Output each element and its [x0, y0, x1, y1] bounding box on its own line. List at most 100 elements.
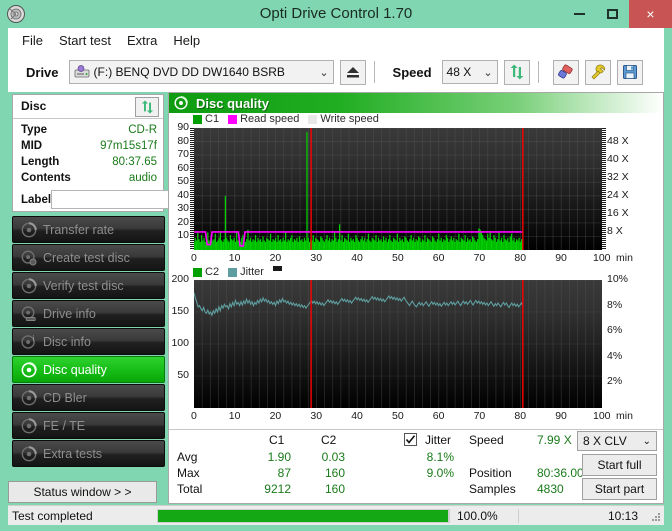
disc-row-contents: Contents audio [21, 170, 157, 186]
c2-plot-svg [194, 280, 602, 408]
sidebar-item-cd-bler[interactable]: CD Bler [12, 384, 165, 411]
save-button[interactable] [616, 59, 643, 85]
minimize-icon [574, 13, 585, 15]
results-total-c1: 9212 [264, 482, 291, 496]
axis-tick-label: 150 [171, 305, 189, 317]
axis-tick-label: 40 [177, 188, 189, 201]
start-part-button[interactable]: Start part [582, 478, 657, 500]
chevron-down-icon: ⌄ [642, 435, 651, 447]
sidebar-item-fe-te[interactable]: FE / TE [12, 412, 165, 439]
results-max-c2: 160 [324, 466, 345, 480]
sidebar-item-create-test-disc[interactable]: Create test disc [12, 244, 165, 271]
sidebar-item-disc-info[interactable]: i Disc info [12, 328, 165, 355]
legend-label: Read speed [240, 113, 300, 125]
panel-header: Disc quality [169, 93, 663, 113]
samples-result-value: 4830 [537, 482, 564, 496]
disc-icon [21, 277, 37, 294]
axis-tick-label: 50 [177, 175, 189, 188]
axis-tick-label: 10% [607, 273, 629, 285]
results-panel: C1 C2 Jitter Avg Max Total 1.90 87 9212 … [169, 429, 663, 503]
sidebar-item-disc-quality[interactable]: Disc quality [12, 356, 165, 383]
sidebar-item-drive-info[interactable]: Drive info [12, 300, 165, 327]
legend-swatch [308, 114, 318, 124]
close-button[interactable]: × [629, 0, 672, 28]
svg-text:i: i [33, 334, 35, 343]
axis-tick-label: 8 X [607, 224, 623, 237]
disc-icon [21, 221, 37, 238]
axis-tick-label: 10 [228, 410, 241, 422]
chart2-legend: C2 Jitter [193, 266, 282, 278]
position-result-value: 80:36.00 [537, 466, 584, 480]
status-text: Test completed [12, 508, 93, 523]
axis-tick-label: 30 [310, 252, 323, 264]
refresh-button[interactable] [503, 59, 530, 85]
speed-result-label: Speed [469, 433, 504, 447]
sidebar-item-extra-tests[interactable]: Extra tests [12, 440, 165, 467]
jitter-checkbox[interactable] [404, 433, 417, 446]
menu-item-start-test[interactable]: Start test [51, 31, 119, 50]
axis-tick-label: 0 [191, 410, 197, 422]
eject-button[interactable] [339, 59, 366, 85]
tools-button[interactable] [584, 59, 611, 85]
disc-row-key: Length [21, 156, 60, 168]
write-mode-value: 8 X CLV [583, 434, 627, 448]
axis-tick-label: 16 X [607, 206, 629, 219]
maximize-icon [607, 9, 618, 19]
menu-item-help[interactable]: Help [165, 31, 208, 50]
disc-icon [21, 417, 37, 434]
c1-plot-svg [194, 128, 602, 250]
resize-grip-icon[interactable] [650, 510, 662, 522]
nav-list: Transfer rate Create test disc Verify te… [8, 216, 168, 468]
axis-tick-label: 80 [177, 134, 189, 147]
chevron-down-icon: ⌄ [483, 66, 493, 79]
legend-swatch-unlabeled [272, 266, 282, 271]
chart1-legend: C1 Read speed Write speed [193, 113, 384, 125]
refresh-icon [141, 100, 153, 114]
axis-tick-label: 60 [432, 252, 445, 264]
tools-icon [591, 64, 605, 80]
legend-label: C1 [205, 113, 220, 125]
results-max-c1: 87 [277, 466, 291, 480]
menu-item-file[interactable]: File [14, 31, 51, 50]
results-avg-jitter: 8.1% [426, 450, 454, 464]
speed-select-value: 48 X [446, 65, 472, 79]
axis-tick-label: 10 [177, 229, 189, 242]
axis-tick-label: 90 [177, 121, 189, 133]
axis-tick-label: 20 [177, 215, 189, 228]
maximize-button[interactable] [596, 0, 629, 28]
disc-write-icon [21, 250, 37, 266]
disc-row-length: Length 80:37.65 [21, 154, 157, 170]
sidebar-item-label: Drive info [43, 306, 96, 321]
speed-select[interactable]: 48 X ⌄ [441, 60, 498, 84]
disc-refresh-button[interactable] [135, 97, 159, 117]
chevron-down-icon: ⌄ [319, 66, 329, 79]
position-result-label: Position [469, 466, 512, 480]
drive-select-value: (F:) BENQ DVD DD DW1640 BSRB [93, 65, 285, 79]
sidebar-item-label: Disc info [43, 334, 91, 349]
axis-tick-label: 50 [177, 369, 189, 381]
drive-icon [74, 65, 90, 79]
start-full-button[interactable]: Start full [582, 454, 657, 476]
drive-select[interactable]: (F:) BENQ DVD DD DW1640 BSRB ⌄ [68, 60, 334, 84]
status-window-button[interactable]: Status window > > [8, 481, 157, 503]
erase-button[interactable] [552, 59, 579, 85]
results-avg-c1: 1.90 [267, 450, 291, 464]
minimize-button[interactable] [563, 0, 596, 28]
toolbar-divider-2 [537, 61, 539, 83]
axis-tick-label: min [616, 252, 633, 264]
menu-item-extra[interactable]: Extra [119, 31, 165, 50]
save-icon [622, 65, 637, 79]
sidebar-item-label: FE / TE [43, 418, 86, 433]
write-mode-select[interactable]: 8 X CLV ⌄ [577, 431, 657, 451]
eraser-icon [557, 64, 573, 79]
toolbar-divider-1 [373, 61, 375, 83]
sidebar-item-transfer-rate[interactable]: Transfer rate [12, 216, 165, 243]
axis-tick-label: 8% [607, 298, 623, 311]
sidebar-item-label: CD Bler [43, 390, 87, 405]
sidebar-item-verify-test-disc[interactable]: Verify test disc [12, 272, 165, 299]
results-row-label-total: Total [177, 482, 203, 496]
disc-row-value: 97m15s17f [100, 140, 157, 152]
axis-tick-label: 4% [607, 349, 623, 362]
axis-tick-label: 30 [177, 202, 189, 215]
title-bar: Opti Drive Control 1.70 × [0, 0, 672, 28]
